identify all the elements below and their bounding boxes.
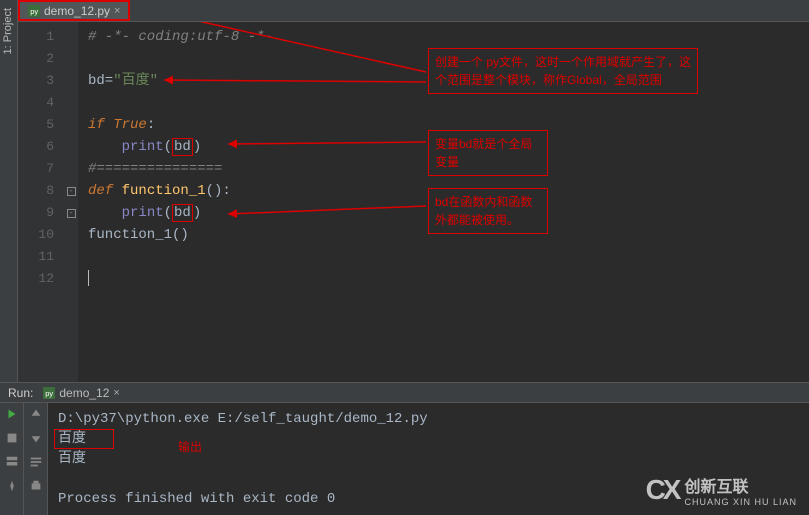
watermark-logo-icon: CX [646,474,679,506]
editor-tab-bar: py demo_12.py × [18,0,809,22]
text-caret [88,270,89,286]
code-comment: # -*- coding:utf-8 -*- [88,29,273,45]
fold-end-icon: - [67,209,76,218]
up-icon[interactable] [29,407,43,421]
pin-icon[interactable] [5,479,19,493]
svg-text:py: py [46,389,54,398]
annotation-box-2: 变量bd就是个全局变量 [428,130,548,176]
rerun-icon[interactable] [5,407,19,421]
run-toolbar-left-2 [24,403,48,515]
editor-tab-label: demo_12.py [44,4,110,18]
wrap-icon[interactable] [29,455,43,469]
editor-area: 12 34 56 78 910 1112 - - # -*- coding:ut… [18,22,809,382]
annotation-output-label: 输出 [178,437,202,457]
python-file-icon: py [43,387,55,399]
line-number-gutter: 12 34 56 78 910 1112 [18,22,64,382]
fold-gutter: - - [64,22,78,382]
watermark: CX 创新互联 CHUANG XIN HU LIAN [646,473,797,507]
code-assign: bd= [88,73,113,89]
run-label: Run: [8,386,33,400]
annotation-box-3: bd在函数内和函数外都能被使用。 [428,188,548,234]
svg-text:py: py [30,7,38,16]
console-output-line: 百度 [58,449,799,469]
console-output-line: 百度 [58,429,799,449]
close-icon[interactable]: × [113,387,119,399]
run-tab[interactable]: py demo_12 × [43,386,119,400]
console-cmd-line: D:\py37\python.exe E:/self_taught/demo_1… [58,409,799,429]
highlight-bd-2: bd [172,204,193,222]
fold-toggle-icon[interactable]: - [67,187,76,196]
editor-tab-demo12[interactable]: py demo_12.py × [18,0,130,21]
highlight-bd-1: bd [172,138,193,156]
layout-icon[interactable] [5,455,19,469]
stop-icon[interactable] [5,431,19,445]
project-sidebar-label: 1: Project [2,8,14,54]
run-toolbar-left [0,403,24,515]
python-file-icon: py [28,5,40,17]
down-icon[interactable] [29,431,43,445]
code-string: "百度" [113,73,158,89]
close-icon[interactable]: × [114,5,120,17]
code-area[interactable]: # -*- coding:utf-8 -*- bd="百度" if True: … [78,22,809,382]
annotation-box-1: 创建一个 py文件，这时一个作用域就产生了，这个范围是整个模块，称作Global… [428,48,698,94]
annotation-output-box [54,429,114,449]
print-icon[interactable] [29,479,43,493]
run-header: Run: py demo_12 × [0,383,809,403]
